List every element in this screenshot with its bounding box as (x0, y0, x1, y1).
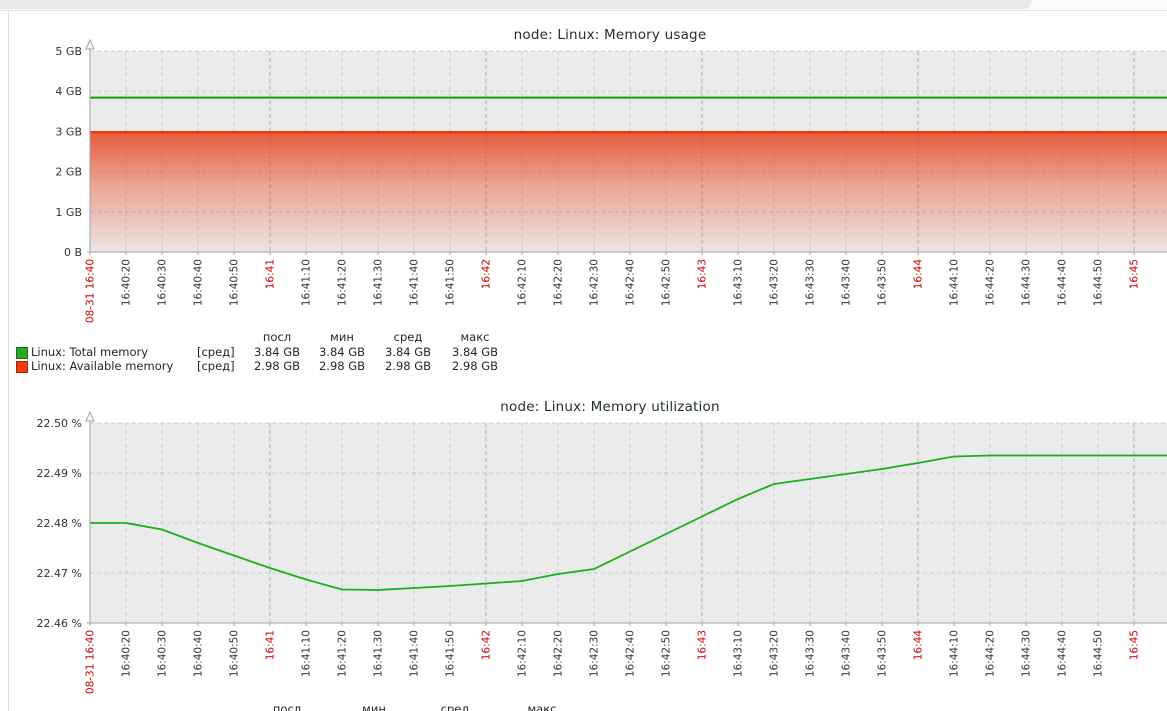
x-axis-label: 16:41:20 (337, 630, 349, 677)
legend-value: 3.84 GB (385, 346, 431, 358)
y-axis-label: 22.50 % (37, 417, 82, 430)
legend-value: 2.98 GB (452, 360, 498, 372)
y-axis-label: 22.49 % (37, 467, 82, 480)
x-axis-label: 16:40:50 (229, 630, 241, 677)
legend-column-header: мин (330, 331, 354, 343)
x-axis-label: 16:43:40 (841, 630, 853, 677)
x-axis-label-major: 16:44 (913, 630, 925, 661)
x-axis-label: 16:41:30 (373, 630, 385, 677)
x-axis-label-major: 08-31 16:40 (85, 630, 97, 694)
legend-series-label: Linux: Total memory (31, 346, 148, 358)
x-axis-label: 16:44:10 (949, 630, 961, 677)
legend-aggregation: [сред] (197, 360, 235, 372)
x-axis-label: 16:42:30 (589, 630, 601, 677)
memory-usage-legend: посл мин сред макс Linux: Total memory [сред]… (0, 331, 640, 379)
x-axis-label: 16:41:10 (301, 630, 313, 677)
top-bar-segment (0, 0, 1032, 9)
zabbix-graphs-page: 08-31 16:40 16:40:20 16:40:30 16:40:40 16:40… (0, 0, 1167, 711)
legend-column-header: мин (362, 703, 386, 711)
legend-value: 3.84 GB (452, 346, 498, 358)
y-axis-label: 22.46 % (37, 617, 82, 630)
x-axis-label-major: 16:41 (265, 630, 277, 660)
x-axis-label: 16:40:30 (157, 630, 169, 677)
x-axis-label: 16:43:50 (877, 630, 889, 677)
memory-usage-chart-title: node: Linux: Memory usage (90, 27, 1130, 43)
legend-value: 2.98 GB (385, 360, 431, 372)
y-axis-label: 22.48 % (37, 517, 82, 530)
legend-aggregation: [сред] (197, 346, 235, 358)
memory-utilization-chart-title: node: Linux: Memory utilization (90, 399, 1130, 415)
legend-value: 3.84 GB (319, 346, 365, 358)
legend-column-header: посл (273, 703, 301, 711)
x-axis-label: 16:42:20 (553, 630, 565, 677)
x-axis-label: 16:42:40 (625, 630, 637, 677)
y-axis-label: 22.47 % (37, 567, 82, 580)
x-axis-label: 16:41:40 (409, 630, 421, 677)
legend-value: 2.98 GB (254, 360, 300, 372)
x-axis-label: 16:44:30 (1021, 630, 1033, 677)
x-axis-label: 16:43:20 (769, 630, 781, 677)
x-axis-label: 16:44:20 (985, 630, 997, 677)
legend-series-label: Linux: Available memory (31, 360, 173, 372)
x-axis-label: 16:43:10 (733, 630, 745, 677)
x-axis-label-major: 16:42 (481, 630, 493, 660)
legend-value: 2.98 GB (319, 360, 365, 372)
x-axis-label: 16:43:30 (805, 630, 817, 677)
x-axis-label: 16:41:50 (445, 630, 457, 677)
x-axis-label: 16:44:50 (1093, 630, 1105, 677)
x-axis-label-major: 16:43 (697, 630, 709, 660)
x-axis-label: 16:42:50 (661, 630, 673, 677)
legend-column-header: макс (461, 331, 490, 343)
panel-left-border (8, 11, 9, 711)
legend-column-header: макс (528, 703, 557, 711)
x-axis-label: 16:42:10 (517, 630, 529, 677)
top-bar (0, 0, 1167, 11)
memory-utilization-legend: посл мин сред макс (0, 703, 640, 711)
x-axis-label: 16:40:40 (193, 630, 205, 677)
legend-column-header: сред (394, 331, 423, 343)
legend-column-header: посл (263, 331, 291, 343)
legend-column-header: сред (441, 703, 470, 711)
legend-swatch (16, 347, 28, 359)
x-axis-label-major: 16:45 (1129, 630, 1141, 660)
legend-value: 3.84 GB (254, 346, 300, 358)
legend-swatch (16, 361, 28, 373)
x-axis-label: 16:44:40 (1057, 630, 1069, 677)
x-axis-label: 16:40:20 (121, 630, 133, 677)
